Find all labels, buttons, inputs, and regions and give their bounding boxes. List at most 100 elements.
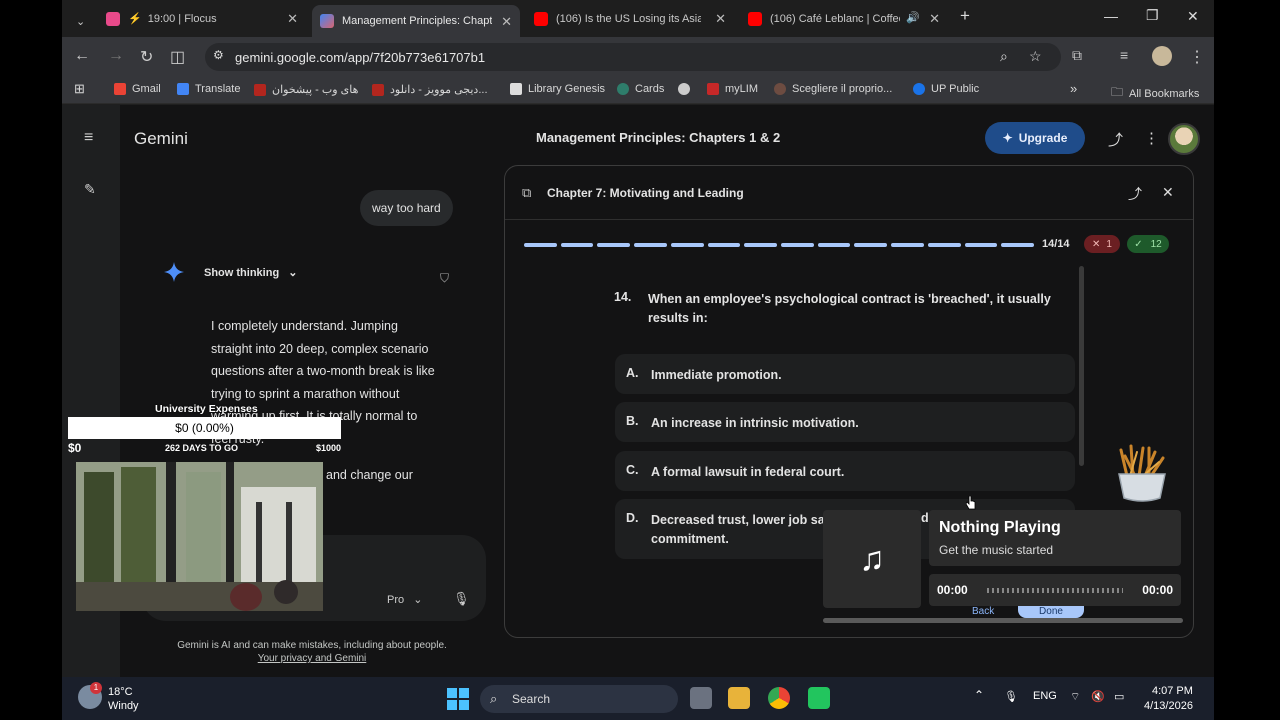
progress-segment [964,243,998,247]
extensions-icon[interactable]: ⧉ [1072,47,1082,64]
mic-icon[interactable]: 🎙 [1004,690,1018,703]
bookmark-label: های وب - پیشخوان [272,84,359,96]
app-icon[interactable] [808,687,830,709]
balance-days: 262 DAYS TO GO [165,443,239,453]
tab-title: 19:00 | Flocus [147,12,217,25]
address-bar[interactable]: ⚙ gemini.google.com/app/7f20b773e61707b1… [205,43,1061,71]
star-icon[interactable]: ☆ [1029,48,1042,65]
zoom-icon[interactable]: ⌕ [1000,48,1008,65]
option-letter: C. [626,463,639,477]
bookmark-globe[interactable] [678,83,696,95]
split-view-icon[interactable]: ◫ [170,47,185,67]
close-icon[interactable]: ✕ [715,11,726,27]
share-icon[interactable]: ⤴ [1128,184,1142,204]
tab-youtube-1[interactable]: (106) Is the US Losing its Asian ✕ [526,5,734,32]
clock-date: 4/13/2026 [1144,700,1193,712]
weather-widget[interactable]: 18°C Windy [108,685,139,713]
media-icon[interactable]: ≡ [1120,47,1128,63]
close-icon[interactable]: ✕ [929,11,940,27]
avatar[interactable] [1168,123,1200,155]
bookmark-persian-1[interactable]: های وب - پیشخوان [254,83,358,96]
youtube-icon [534,11,548,26]
bookmark-label: دیجی موویز - دانلود... [390,84,488,96]
option-a[interactable]: A. Immediate promotion. [615,354,1075,394]
close-icon[interactable]: ✕ [287,11,298,27]
music-subtitle[interactable]: Get the music started [939,543,1053,557]
file-explorer-icon[interactable] [728,687,750,709]
minimize-button[interactable]: — [1104,8,1118,24]
share-icon[interactable]: ⤴ [1108,129,1123,150]
menu-icon[interactable]: ⋮ [1189,47,1205,67]
show-thinking-label: Show thinking [204,267,280,279]
option-c[interactable]: C. A formal lawsuit in federal court. [615,451,1075,491]
option-b[interactable]: B. An increase in intrinsic motivation. [615,402,1075,442]
bookmark-scegliere[interactable]: Scegliere il proprio... [774,83,892,95]
bookmark-mylim[interactable]: myLIM [707,83,758,95]
apps-grid-icon[interactable]: ⊞ [74,81,85,97]
response-fragment: and change our [326,468,413,482]
right-count: 12 [1150,238,1162,250]
close-icon[interactable]: ✕ [501,14,512,30]
new-tab-button[interactable]: + [960,6,970,26]
forward-arrow-icon[interactable]: → [108,47,124,65]
tab-gemini[interactable]: Management Principles: Chapte ✕ [312,5,520,37]
speaker-icon[interactable]: 🔊 [906,11,920,24]
more-options-icon[interactable]: ⋮ [1144,129,1159,147]
restore-button[interactable]: ❐ [1146,7,1159,24]
clock[interactable]: 4:07 PM 4/13/2026 [1144,684,1193,714]
horizontal-scrollbar[interactable] [823,618,1183,623]
canvas-icon[interactable]: ⛉ [440,271,449,286]
bookmark-label: UP Public [931,83,980,95]
windows-start-icon[interactable] [447,688,469,710]
tab-flocus[interactable]: ⚡ 19:00 | Flocus ✕ [98,5,306,32]
seek-track[interactable] [987,588,1123,593]
bookmark-label: Translate [195,83,241,95]
bookmark-library-genesis[interactable]: Library Genesis [510,83,605,95]
taskbar-search[interactable]: ⌕ Search [480,685,678,713]
chrome-icon[interactable] [768,687,790,709]
bookmark-persian-2[interactable]: دیجی موویز - دانلود... [372,83,488,96]
back-button[interactable]: Back [972,606,994,617]
bookmark-up-public[interactable]: UP Public [913,83,979,95]
book-icon [510,83,522,95]
tab-youtube-2[interactable]: (106) Café Leblanc | Coffee 🔊 ✕ [740,5,948,32]
bookmark-translate[interactable]: Translate [177,83,240,95]
tab-search-button[interactable]: ⌄ [68,8,92,35]
close-icon[interactable]: ✕ [1162,184,1174,201]
mic-icon[interactable]: 🎙 [453,591,470,607]
gemini-brand[interactable]: Gemini [134,129,188,149]
site-icon [254,83,266,96]
show-thinking-toggle[interactable]: Show thinking ⌄ [204,266,297,279]
music-seek-bar[interactable]: 00:00 00:00 [929,574,1181,606]
chevron-up-icon[interactable]: ⌃ [974,688,984,702]
more-bookmarks-icon[interactable]: » [1070,81,1077,96]
language-indicator[interactable]: ENG [1033,690,1057,702]
folder-icon: 🗀 [1111,85,1124,99]
url-text[interactable]: gemini.google.com/app/7f20b773e61707b1 [235,50,485,65]
task-view-icon[interactable] [690,687,712,709]
model-selector[interactable]: Pro ⌄ [387,593,422,606]
done-button[interactable]: Done [1018,606,1084,618]
all-bookmarks[interactable]: 🗀 All Bookmarks [1111,83,1199,104]
reload-icon[interactable]: ↻ [140,47,153,67]
bookmark-cards[interactable]: Cards [617,83,664,95]
volume-icon[interactable]: 🔇 [1091,690,1105,703]
back-arrow-icon[interactable]: ← [74,47,90,65]
window-close-button[interactable]: ✕ [1187,8,1199,25]
music-note-icon[interactable]: ♫ [823,510,921,608]
progress-segment [817,243,851,247]
new-chat-icon[interactable]: ✎ [84,181,96,198]
profile-avatar[interactable] [1152,46,1172,66]
hamburger-menu-icon[interactable]: ≡ [84,129,93,147]
vertical-scrollbar[interactable] [1079,266,1084,466]
bookmark-gmail[interactable]: Gmail [114,83,161,95]
upgrade-button[interactable]: ✦ Upgrade [985,122,1085,154]
progress-segment [744,243,777,247]
balance-max: $1000 [316,443,342,453]
site-info-icon[interactable]: ⚙ [213,48,224,62]
conversation-title: Management Principles: Chapters 1 & 2 [536,130,781,145]
wifi-icon[interactable]: ⌔ [1070,690,1080,704]
privacy-link[interactable]: Your privacy and Gemini [258,653,367,664]
option-letter: B. [626,414,639,428]
battery-icon[interactable]: ▭ [1114,690,1124,703]
